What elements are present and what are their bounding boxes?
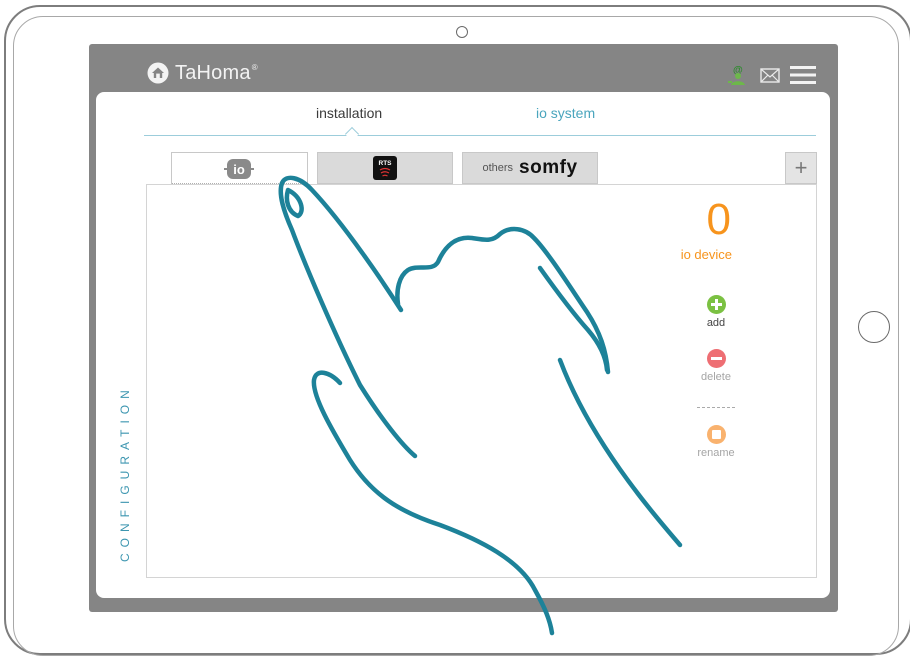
add-protocol-button[interactable]: +: [785, 152, 817, 184]
io-logo-icon: io: [223, 158, 254, 179]
device-count-label: io device: [680, 247, 732, 262]
tabs-underline: [144, 135, 816, 136]
header-icons: @: [726, 64, 816, 86]
minus-icon: [706, 349, 726, 368]
add-device-button[interactable]: add: [686, 295, 746, 329]
rename-label: rename: [697, 447, 735, 459]
configuration-vertical-label: CONFIGURATION: [118, 384, 132, 562]
rts-logo-icon: RTS: [373, 156, 397, 180]
tab-installation[interactable]: installation: [316, 105, 382, 121]
device-list-area: 0 io device add delete rename: [146, 184, 817, 578]
plus-icon: [706, 295, 726, 314]
configuration-panel: installation io system io RTS others som…: [96, 92, 830, 598]
active-tab-caret: [344, 126, 360, 142]
home-logo-icon: [147, 62, 169, 84]
actions-divider: [697, 407, 735, 408]
registered-mark: ®: [251, 62, 258, 72]
protocol-tab-io[interactable]: io: [171, 152, 308, 184]
tab-io-system[interactable]: io system: [536, 105, 595, 121]
rename-icon: [706, 425, 726, 444]
others-label: others: [482, 162, 514, 174]
delete-device-button[interactable]: delete: [686, 349, 746, 383]
menu-icon[interactable]: [790, 65, 816, 85]
user-at-icon[interactable]: @: [726, 64, 750, 86]
add-label: add: [706, 317, 726, 329]
delete-label: delete: [701, 371, 731, 383]
app-title: TaHoma: [175, 61, 251, 84]
tablet-home-button: [858, 311, 890, 343]
protocol-tab-others-somfy[interactable]: others somfy: [462, 152, 598, 184]
mail-icon[interactable]: [760, 67, 780, 83]
rts-label: RTS: [379, 160, 393, 167]
rename-device-button[interactable]: rename: [686, 425, 746, 459]
io-label: io: [233, 162, 245, 177]
app-logo: TaHoma ®: [147, 60, 258, 86]
somfy-logo: somfy: [519, 157, 578, 178]
tablet-camera: [456, 26, 468, 38]
protocol-tab-rts[interactable]: RTS: [317, 152, 453, 184]
main-tabs: installation io system: [144, 105, 816, 142]
app-screen: TaHoma ® @ installation io system io RTS…: [89, 44, 838, 612]
device-count: 0: [706, 195, 731, 244]
